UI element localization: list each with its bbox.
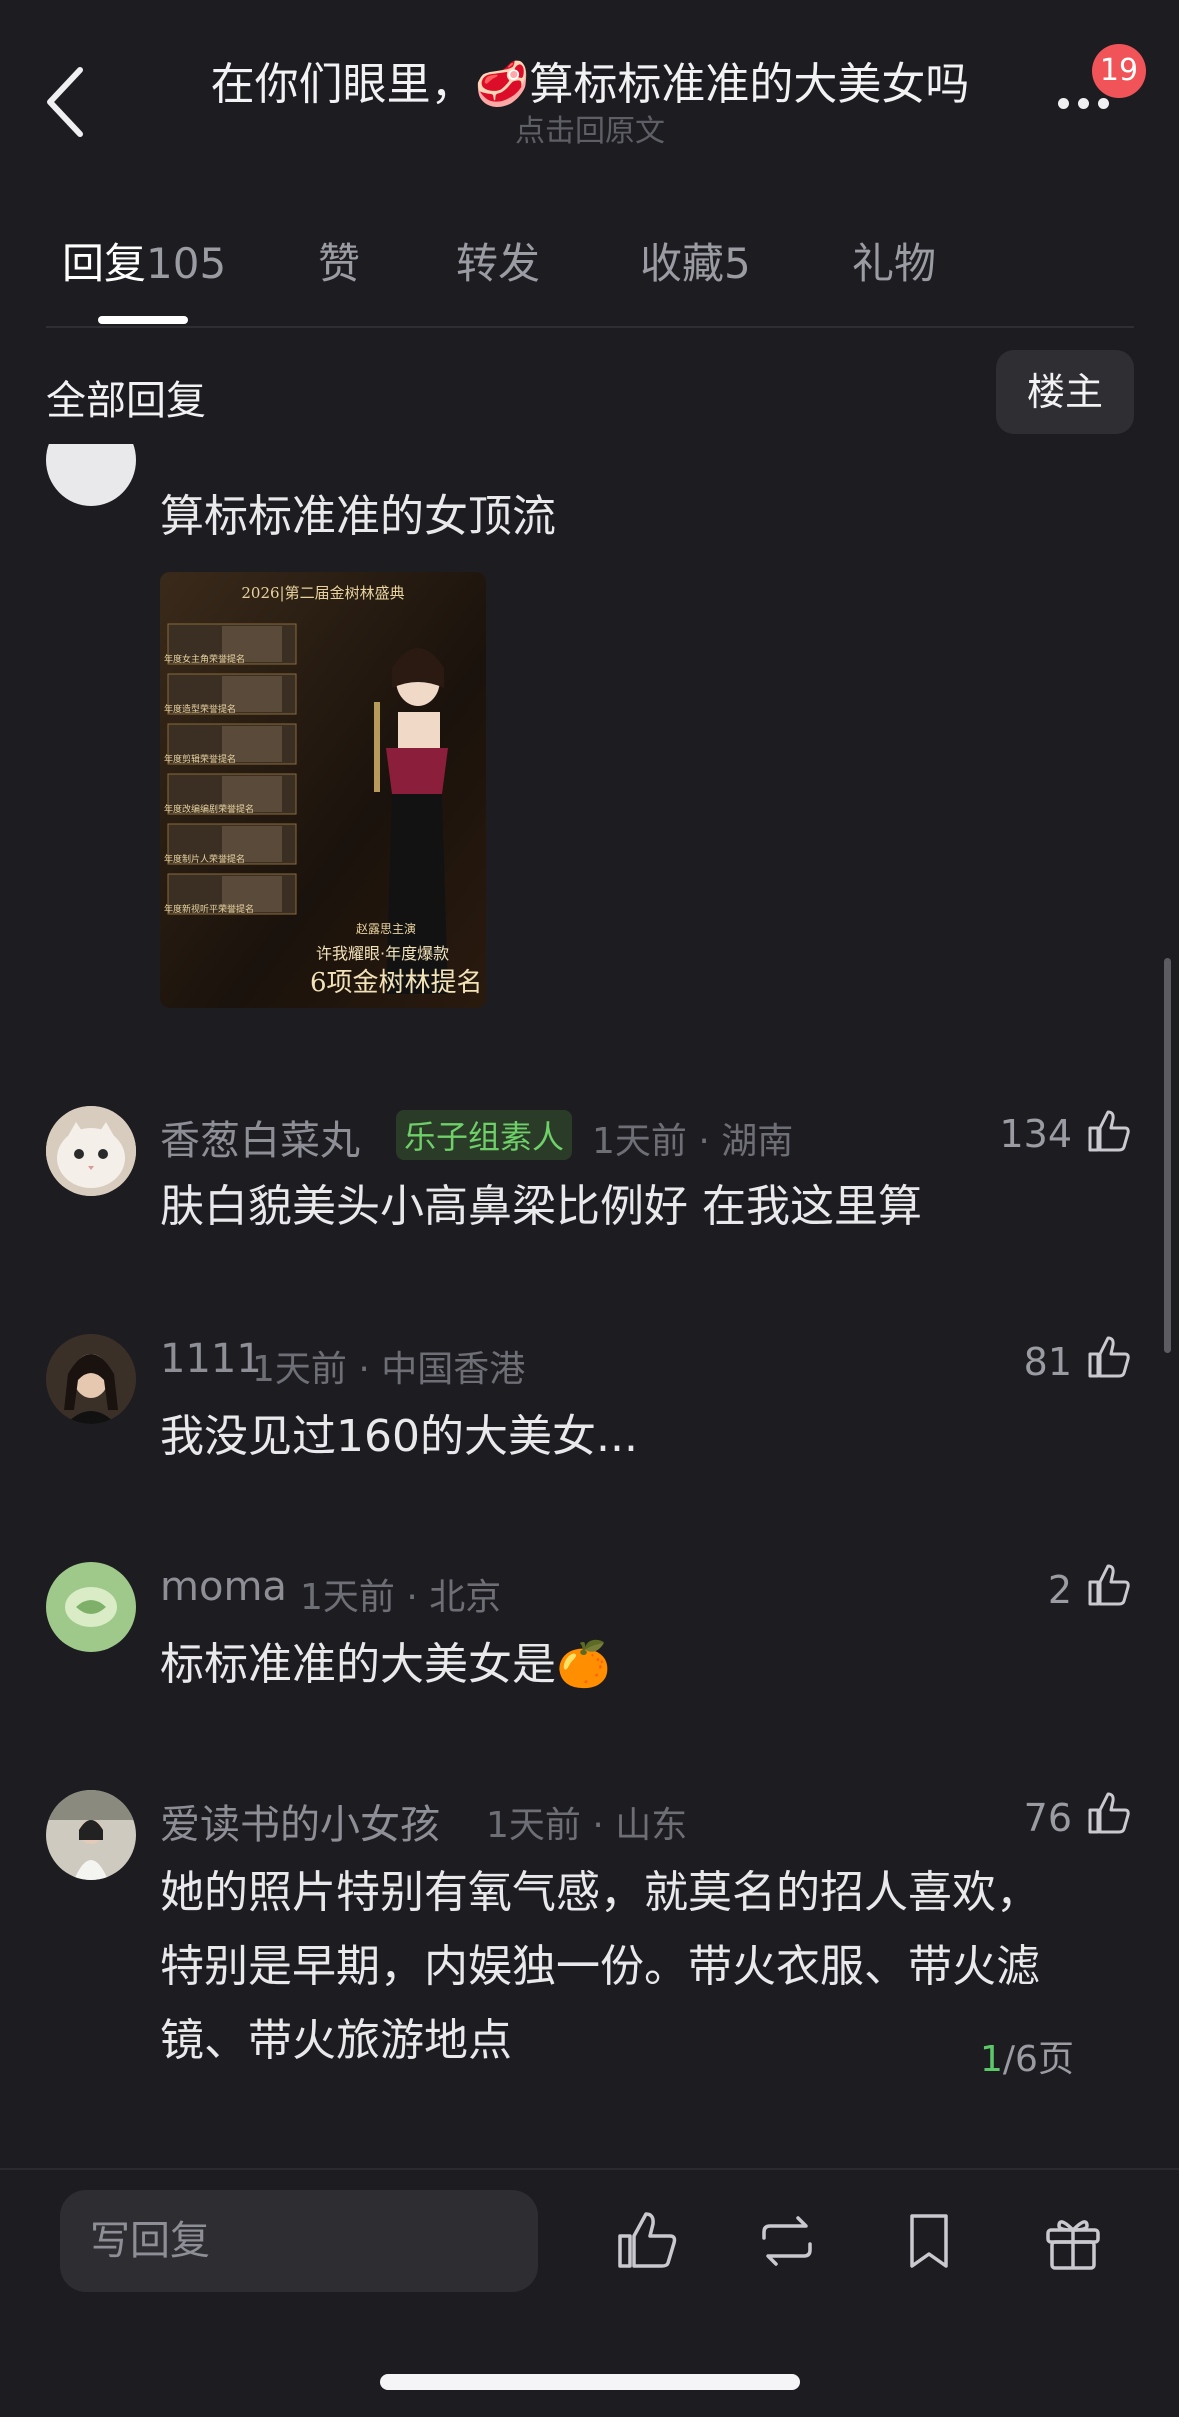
notification-badge: 19 (1092, 44, 1146, 98)
like-button[interactable] (1084, 1332, 1134, 1382)
like-count: 2 (1047, 1568, 1072, 1612)
back-to-original-link[interactable]: 点击回原文 (150, 106, 1030, 150)
poster-row: 年度女主角荣誉提名 (164, 655, 246, 665)
thumbs-up-icon (618, 2212, 677, 2268)
repost-button[interactable] (752, 2206, 822, 2276)
comment-meta: 1天前 · 山东 (486, 1805, 688, 1846)
scrollbar[interactable] (1164, 958, 1171, 1353)
comment-text: 标标准准的大美女是🍊 (160, 1639, 611, 1690)
thumbs-up-icon (1088, 1564, 1130, 1606)
like-count: 134 (999, 1112, 1072, 1156)
comment-meta: 1天前 · 北京 (300, 1577, 502, 1618)
user-badge: 乐子组素人 (396, 1110, 573, 1160)
like-button[interactable] (1084, 1560, 1134, 1610)
section-title: 全部回复 (46, 378, 206, 424)
tab-favorites[interactable]: 收藏5 (640, 230, 751, 291)
comment-text: 我没见过160的大美女... (160, 1411, 638, 1462)
username[interactable]: 香葱白菜丸 (160, 1108, 360, 1166)
poster-title: 2026|第二届金树林盛典 (241, 584, 405, 602)
tab-gifts[interactable]: 礼物 (852, 230, 936, 291)
poster-caption: 6项金树林提名 (310, 968, 483, 998)
comment-text-line: 她的照片特别有氧气感，就莫名的招人喜欢， (160, 1867, 1040, 1918)
poster-row: 年度改编编剧荣誉提名 (164, 805, 255, 815)
poster-row: 年度新视听平荣誉提名 (164, 905, 255, 915)
like-count: 76 (1023, 1796, 1072, 1840)
poster-row: 年度造型荣誉提名 (164, 705, 237, 715)
more-icon (1058, 98, 1069, 109)
comment-image[interactable]: 2026|第二届金树林盛典 年度女主角荣誉提名 年度造型荣誉提名 年度剪辑荣誉提… (160, 572, 486, 1008)
tab-underline (98, 316, 188, 324)
comment-meta: 1天前 · 中国香港 (252, 1349, 526, 1390)
page-total: /6页 (1002, 2039, 1074, 2080)
gift-icon (1046, 2220, 1100, 2270)
thumbs-up-icon (1088, 1110, 1130, 1152)
comment-text-line: 特别是早期，内娱独一份。带火衣服、带火滤 (160, 1941, 1040, 1992)
bookmark-button[interactable] (894, 2206, 964, 2276)
chevron-left-icon (47, 67, 83, 137)
username[interactable]: 爱读书的小女孩 (160, 1792, 440, 1850)
tab-replies[interactable]: 回复105 (62, 230, 226, 291)
page-current: 1 (980, 2039, 1003, 2080)
like-count: 81 (1023, 1340, 1072, 1384)
like-post-button[interactable] (612, 2206, 682, 2276)
comment-text: 肤白貌美头小高鼻梁比例好 在我这里算 (160, 1181, 922, 1232)
owner-only-button[interactable]: 楼主 (996, 350, 1134, 434)
gift-button[interactable] (1038, 2206, 1108, 2276)
like-button[interactable] (1084, 1788, 1134, 1838)
username[interactable]: 1111 (160, 1336, 262, 1382)
avatar[interactable] (46, 1106, 136, 1196)
melon-avatar-icon (46, 1562, 136, 1652)
reply-input[interactable]: 写回复 (60, 2190, 538, 2292)
comment-text: 算标标准准的女顶流 (160, 491, 556, 542)
poster-row: 年度剪辑荣誉提名 (164, 755, 237, 765)
thumbs-up-icon (1088, 1792, 1130, 1834)
comment-meta: 1天前 · 湖南 (592, 1121, 794, 1162)
back-button[interactable] (38, 62, 98, 142)
avatar[interactable] (46, 1562, 136, 1652)
avatar[interactable] (46, 1334, 136, 1424)
thumbs-up-icon (1088, 1336, 1130, 1378)
repost-icon (762, 2216, 812, 2266)
username[interactable]: moma (160, 1564, 287, 1610)
avatar[interactable] (46, 444, 136, 506)
cat-avatar-icon (46, 1106, 136, 1196)
poster-name-tag: 赵露思主演 (356, 922, 417, 936)
divider (46, 326, 1134, 328)
page-indicator[interactable]: 1/6页 (980, 2030, 1074, 2082)
user-photo-avatar (46, 1334, 136, 1424)
comment-text-line: 镜、带火旅游地点 (160, 2015, 512, 2066)
poster-row: 年度制片人荣誉提名 (164, 855, 246, 865)
page-title[interactable]: 在你们眼里，🥩算标标准准的大美女吗 (150, 48, 1030, 112)
bookmark-icon (910, 2214, 948, 2268)
poster-caption: 许我耀眼·年度爆款 (316, 944, 450, 963)
home-indicator[interactable] (380, 2374, 800, 2390)
tab-likes[interactable]: 赞 (318, 230, 360, 291)
avatar[interactable] (46, 1790, 136, 1880)
like-button[interactable] (1084, 1106, 1134, 1156)
tab-reposts[interactable]: 转发 (456, 230, 540, 291)
user-photo-avatar (46, 1790, 136, 1880)
